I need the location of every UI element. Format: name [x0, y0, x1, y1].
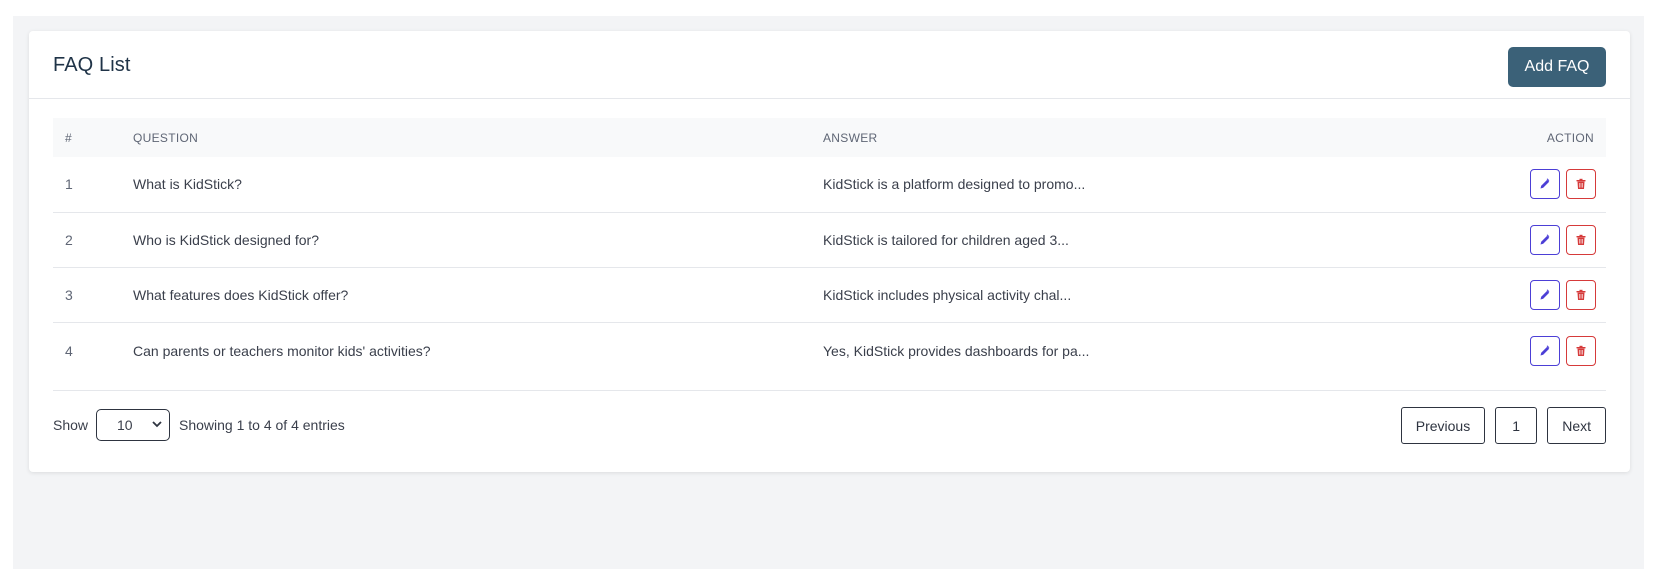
delete-button[interactable]: [1566, 169, 1596, 200]
add-faq-button[interactable]: Add FAQ: [1508, 47, 1606, 87]
table-footer: Show 10 Showing 1 to 4 of 4 entries Prev…: [53, 406, 1606, 446]
trash-icon: [1576, 345, 1586, 356]
table-body: 1 What is KidStick? KidStick is a platfo…: [53, 157, 1606, 379]
row-question: Can parents or teachers monitor kids' ac…: [133, 342, 431, 359]
pencil-icon: [1540, 345, 1550, 356]
pencil-icon: [1540, 288, 1550, 299]
row-answer: KidStick is a platform designed to promo…: [823, 176, 1086, 193]
row-answer: KidStick is tailored for children aged 3…: [823, 231, 1069, 248]
trash-icon: [1576, 289, 1586, 300]
chevron-down-icon: [152, 421, 162, 428]
row-number: 3: [65, 286, 73, 303]
delete-button[interactable]: [1566, 335, 1596, 366]
table-row: 4 Can parents or teachers monitor kids' …: [53, 322, 1606, 379]
row-actions: [1423, 157, 1606, 212]
row-actions: [1423, 322, 1606, 379]
table-header: # QUESTION ANSWER ACTION: [53, 118, 1606, 157]
pencil-icon: [1540, 178, 1550, 189]
table-row: 3 What features does KidStick offer? Kid…: [53, 267, 1606, 322]
footer-divider: [53, 390, 1606, 391]
column-header-question: QUESTION: [133, 130, 199, 145]
edit-button[interactable]: [1530, 224, 1560, 255]
row-answer: KidStick includes physical activity chal…: [823, 286, 1072, 303]
row-question: Who is KidStick designed for?: [133, 231, 319, 248]
edit-button[interactable]: [1530, 169, 1560, 200]
next-page-button[interactable]: Next: [1547, 407, 1606, 444]
row-actions: [1423, 267, 1606, 322]
row-question: What is KidStick?: [133, 176, 242, 193]
pencil-icon: [1540, 233, 1550, 244]
edit-button[interactable]: [1530, 279, 1560, 310]
table-row: 2 Who is KidStick designed for? KidStick…: [53, 212, 1606, 267]
edit-button[interactable]: [1530, 335, 1560, 366]
delete-button[interactable]: [1566, 224, 1596, 255]
trash-icon: [1576, 234, 1586, 245]
page-1-button[interactable]: 1: [1495, 407, 1538, 444]
page-title: FAQ List: [53, 54, 131, 76]
column-header-answer: ANSWER: [823, 130, 878, 145]
page-size-select[interactable]: 10: [96, 409, 170, 441]
table-row: 1 What is KidStick? KidStick is a platfo…: [53, 157, 1606, 212]
column-header-number: #: [65, 130, 72, 145]
trash-icon: [1576, 179, 1586, 190]
row-number: 2: [65, 231, 73, 248]
delete-button[interactable]: [1566, 279, 1596, 310]
pagination: Previous 1 Next: [1400, 407, 1606, 444]
faq-table: # QUESTION ANSWER ACTION 1 What is KidSt…: [53, 118, 1606, 379]
row-answer: Yes, KidStick provides dashboards for pa…: [823, 342, 1090, 359]
card-header: FAQ List Add FAQ: [29, 31, 1630, 99]
table-header-row: # QUESTION ANSWER ACTION: [53, 118, 1606, 157]
show-label: Show: [53, 417, 89, 433]
faq-table-wrapper: # QUESTION ANSWER ACTION 1 What is KidSt…: [53, 118, 1606, 379]
row-number: 4: [65, 342, 73, 359]
row-question: What features does KidStick offer?: [133, 286, 349, 303]
column-header-action: ACTION: [1546, 130, 1594, 145]
previous-page-button[interactable]: Previous: [1400, 407, 1486, 444]
entries-info: Showing 1 to 4 of 4 entries: [179, 417, 345, 433]
row-actions: [1423, 212, 1606, 267]
row-number: 1: [65, 176, 73, 193]
faq-card: FAQ List Add FAQ # QUESTION ANSWER ACTIO…: [29, 31, 1630, 472]
page-size-value: 10: [117, 417, 133, 433]
